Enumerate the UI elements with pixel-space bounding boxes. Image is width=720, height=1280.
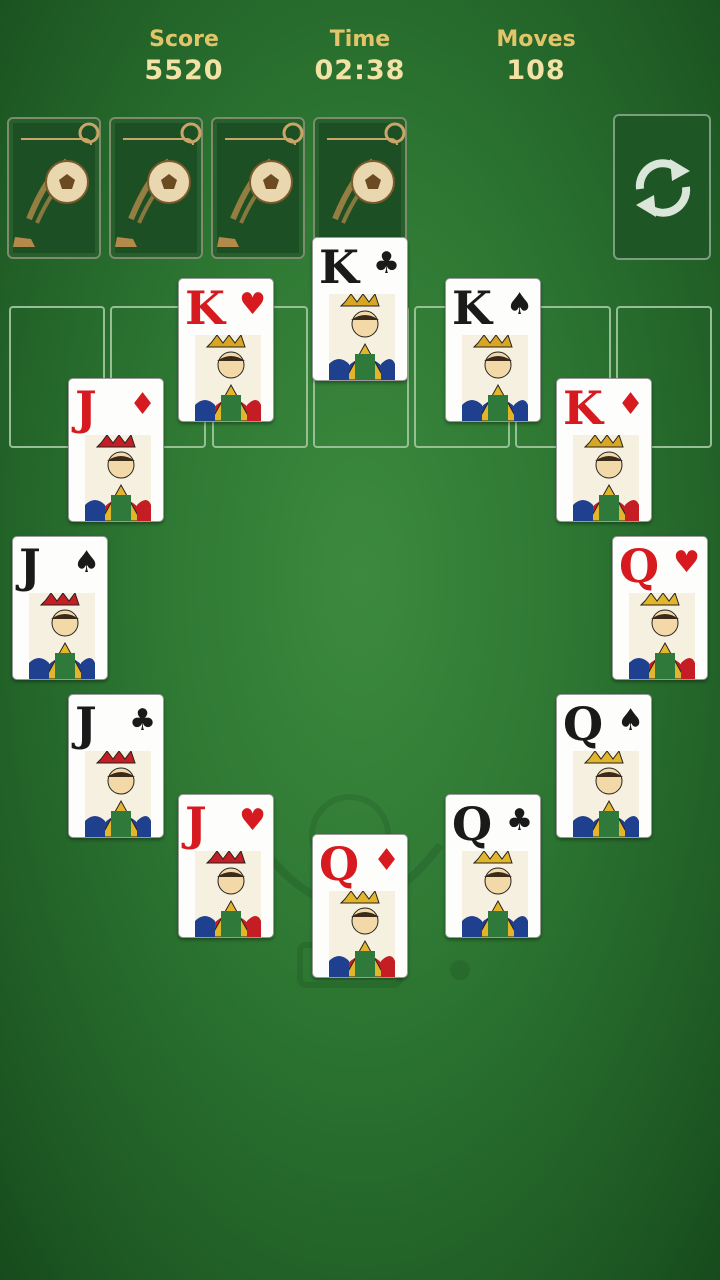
time-display: Time 02:38 bbox=[270, 26, 450, 88]
playing-card[interactable]: Q ♥ bbox=[612, 536, 708, 680]
playing-card[interactable]: K ♣ bbox=[312, 237, 408, 381]
court-figure-icon bbox=[195, 851, 261, 937]
card-suit-icon: ♥ bbox=[673, 545, 700, 580]
card-rank: Q bbox=[319, 837, 360, 891]
card-rank: J bbox=[75, 697, 97, 751]
court-figure-icon bbox=[329, 294, 395, 380]
stock-pile-1[interactable] bbox=[7, 117, 101, 259]
refresh-button[interactable] bbox=[613, 114, 711, 260]
court-figure-icon bbox=[85, 435, 151, 521]
card-suit-icon: ♠ bbox=[617, 703, 644, 738]
card-rank: Q bbox=[452, 797, 493, 851]
court-figure-icon bbox=[29, 593, 95, 679]
playing-card[interactable]: Q ♠ bbox=[556, 694, 652, 838]
card-rank: Q bbox=[619, 539, 660, 593]
playing-card[interactable]: J ♥ bbox=[178, 794, 274, 938]
card-rank: K bbox=[319, 240, 359, 294]
card-suit-icon: ♦ bbox=[373, 843, 400, 878]
court-figure-icon bbox=[329, 891, 395, 977]
card-suit-icon: ♣ bbox=[373, 246, 400, 281]
playing-card[interactable]: K ♠ bbox=[445, 278, 541, 422]
moves-display: Moves 108 bbox=[446, 26, 626, 88]
card-rank: K bbox=[452, 281, 492, 335]
playing-card[interactable]: K ♦ bbox=[556, 378, 652, 522]
score-label: Score bbox=[149, 27, 219, 52]
soccer-ball-icon bbox=[217, 122, 304, 247]
card-suit-icon: ♠ bbox=[506, 287, 533, 322]
moves-label: Moves bbox=[496, 27, 576, 52]
score-display: Score 5520 bbox=[94, 26, 274, 88]
court-figure-icon bbox=[85, 751, 151, 837]
card-suit-icon: ♣ bbox=[506, 803, 533, 838]
playing-card[interactable]: Q ♦ bbox=[312, 834, 408, 978]
card-suit-icon: ♠ bbox=[73, 545, 100, 580]
card-suit-icon: ♦ bbox=[617, 387, 644, 422]
court-figure-icon bbox=[573, 751, 639, 837]
court-figure-icon bbox=[195, 335, 261, 421]
card-rank: J bbox=[19, 539, 41, 593]
playing-card[interactable]: J ♣ bbox=[68, 694, 164, 838]
score-value: 5520 bbox=[144, 55, 224, 86]
card-suit-icon: ♣ bbox=[129, 703, 156, 738]
court-figure-icon bbox=[462, 851, 528, 937]
card-rank: K bbox=[185, 281, 225, 335]
playing-card[interactable]: J ♠ bbox=[12, 536, 108, 680]
court-figure-icon bbox=[573, 435, 639, 521]
card-rank: Q bbox=[563, 697, 604, 751]
soccer-ball-icon bbox=[13, 122, 100, 247]
stock-pile-3[interactable] bbox=[211, 117, 305, 259]
court-figure-icon bbox=[629, 593, 695, 679]
moves-value: 108 bbox=[506, 55, 566, 86]
card-suit-icon: ♥ bbox=[239, 803, 266, 838]
time-label: Time bbox=[329, 27, 391, 52]
playing-card[interactable]: J ♦ bbox=[68, 378, 164, 522]
card-rank: K bbox=[563, 381, 603, 435]
time-value: 02:38 bbox=[314, 55, 406, 86]
playing-card[interactable]: K ♥ bbox=[178, 278, 274, 422]
card-suit-icon: ♥ bbox=[239, 287, 266, 322]
card-rank: J bbox=[185, 797, 207, 851]
refresh-icon bbox=[635, 159, 691, 217]
court-figure-icon bbox=[462, 335, 528, 421]
card-suit-icon: ♦ bbox=[129, 387, 156, 422]
card-rank: J bbox=[75, 381, 97, 435]
stock-pile-2[interactable] bbox=[109, 117, 203, 259]
playing-card[interactable]: Q ♣ bbox=[445, 794, 541, 938]
soccer-ball-icon bbox=[115, 122, 202, 247]
